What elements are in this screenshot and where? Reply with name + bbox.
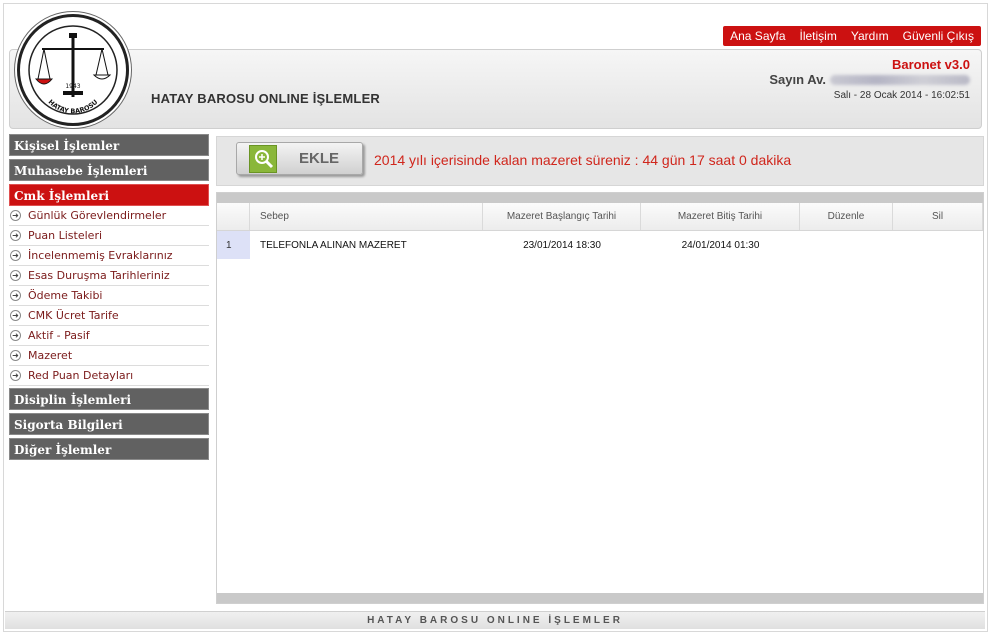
nav-logout-link[interactable]: Güvenli Çıkış: [896, 26, 981, 46]
brand-label: Baronet v3.0: [891, 57, 970, 72]
sidebar-item-score-lists[interactable]: ➜ Puan Listeleri: [9, 226, 209, 246]
nav-home-link[interactable]: Ana Sayfa: [723, 26, 792, 46]
arrow-circle-icon: ➜: [10, 310, 21, 321]
sidebar-section-cmk[interactable]: Cmk İşlemleri: [9, 184, 209, 206]
logo-text: HATAY BAROSU: [47, 98, 100, 115]
sidebar-item-label: Günlük Görevlendirmeler: [28, 209, 167, 222]
page-title: HATAY BAROSU ONLINE İŞLEMLER: [151, 91, 381, 106]
sidebar-section-accounting[interactable]: Muhasebe İşlemleri: [9, 159, 209, 181]
logo-year: 1943: [65, 83, 80, 90]
bar-association-logo[interactable]: 1943 HATAY BAROSU: [17, 14, 129, 126]
sidebar-item-label: Puan Listeleri: [28, 229, 103, 242]
table-top-bar: [217, 193, 983, 203]
greeting-text: Sayın Av.: [769, 72, 826, 87]
excuse-table: Sebep Mazeret Başlangıç Tarihi Mazeret B…: [216, 192, 984, 604]
sidebar-item-label: Ödeme Takibi: [28, 289, 103, 302]
sidebar-item-active-passive[interactable]: ➜ Aktif - Pasif: [9, 326, 209, 346]
sidebar-item-excuse[interactable]: ➜ Mazeret: [9, 346, 209, 366]
sidebar-section-personal[interactable]: Kişisel İşlemler: [9, 134, 209, 156]
magnifier-plus-icon: [249, 144, 277, 173]
arrow-circle-icon: ➜: [10, 350, 21, 361]
arrow-circle-icon: ➜: [10, 230, 21, 241]
sidebar-item-label: Aktif - Pasif: [28, 329, 90, 342]
col-header-rownum: [217, 203, 250, 230]
add-button[interactable]: EKLE: [236, 142, 363, 175]
sidebar-section-discipline[interactable]: Disiplin İşlemleri: [9, 388, 209, 410]
blurred-user-name: [830, 74, 970, 85]
col-header-start-date[interactable]: Mazeret Başlangıç Tarihi: [483, 203, 641, 230]
arrow-circle-icon: ➜: [10, 270, 21, 281]
add-button-label: EKLE: [299, 150, 340, 167]
sidebar-item-label: İncelenmemiş Evraklarınız: [28, 249, 173, 262]
sidebar-item-label: Mazeret: [28, 349, 73, 362]
cell-rownum: 1: [217, 231, 250, 259]
user-greeting: Sayın Av.: [769, 72, 970, 87]
sidebar-item-cmk-fee-tariff[interactable]: ➜ CMK Ücret Tarife: [9, 306, 209, 326]
sidebar-item-payment-tracking[interactable]: ➜ Ödeme Takibi: [9, 286, 209, 306]
cell-start-date: 23/01/2014 18:30: [523, 239, 601, 251]
scales-of-justice-icon: 1943 HATAY BAROSU: [28, 25, 118, 115]
cell-end-date: 24/01/2014 01:30: [681, 239, 760, 251]
sidebar: Kişisel İşlemler Muhasebe İşlemleri Cmk …: [9, 134, 209, 463]
sidebar-item-label: Esas Duruşma Tarihleriniz: [28, 269, 170, 282]
cell-delete[interactable]: [893, 231, 983, 259]
sidebar-item-unreviewed-docs[interactable]: ➜ İncelenmemiş Evraklarınız: [9, 246, 209, 266]
table-header: Sebep Mazeret Başlangıç Tarihi Mazeret B…: [217, 203, 983, 231]
sidebar-item-label: CMK Ücret Tarife: [28, 309, 119, 322]
top-nav: Ana Sayfa İletişim Yardım Güvenli Çıkış: [723, 26, 981, 46]
cmk-submenu: ➜ Günlük Görevlendirmeler ➜ Puan Listeleri…: [9, 206, 209, 386]
table-bottom-bar: [217, 593, 983, 603]
nav-help-link[interactable]: Yardım: [844, 26, 896, 46]
header-panel: HATAY BAROSU ONLINE İŞLEMLER Baronet v3.…: [9, 49, 982, 129]
sidebar-section-insurance[interactable]: Sigorta Bilgileri: [9, 413, 209, 435]
nav-contact-link[interactable]: İletişim: [793, 26, 844, 46]
sidebar-item-daily-assignments[interactable]: ➜ Günlük Görevlendirmeler: [9, 206, 209, 226]
remaining-excuse-notice: 2014 yılı içerisinde kalan mazeret süren…: [374, 152, 792, 168]
toolbar: EKLE 2014 yılı içerisinde kalan mazeret …: [216, 136, 984, 186]
arrow-circle-icon: ➜: [10, 250, 21, 261]
sidebar-item-hearing-dates[interactable]: ➜ Esas Duruşma Tarihleriniz: [9, 266, 209, 286]
sidebar-item-label: Red Puan Detayları: [28, 369, 134, 382]
arrow-circle-icon: ➜: [10, 370, 21, 381]
sidebar-item-red-score-details[interactable]: ➜ Red Puan Detayları: [9, 366, 209, 386]
footer: HATAY BAROSU ONLINE İŞLEMLER: [5, 611, 985, 629]
sidebar-section-other[interactable]: Diğer İşlemler: [9, 438, 209, 460]
col-header-end-date[interactable]: Mazeret Bitiş Tarihi: [641, 203, 800, 230]
table-row[interactable]: 1 TELEFONLA ALINAN MAZERET 23/01/2014 18…: [217, 231, 983, 259]
col-header-delete: Sil: [893, 203, 983, 230]
arrow-circle-icon: ➜: [10, 290, 21, 301]
col-header-edit: Düzenle: [800, 203, 893, 230]
cell-edit[interactable]: [800, 231, 893, 259]
svg-text:HATAY BAROSU: HATAY BAROSU: [47, 98, 100, 115]
arrow-circle-icon: ➜: [10, 330, 21, 341]
date-time: Salı - 28 Ocak 2014 - 16:02:51: [833, 90, 970, 101]
cell-reason: TELEFONLA ALINAN MAZERET: [260, 239, 407, 251]
arrow-circle-icon: ➜: [10, 210, 21, 221]
col-header-reason[interactable]: Sebep: [250, 203, 483, 230]
